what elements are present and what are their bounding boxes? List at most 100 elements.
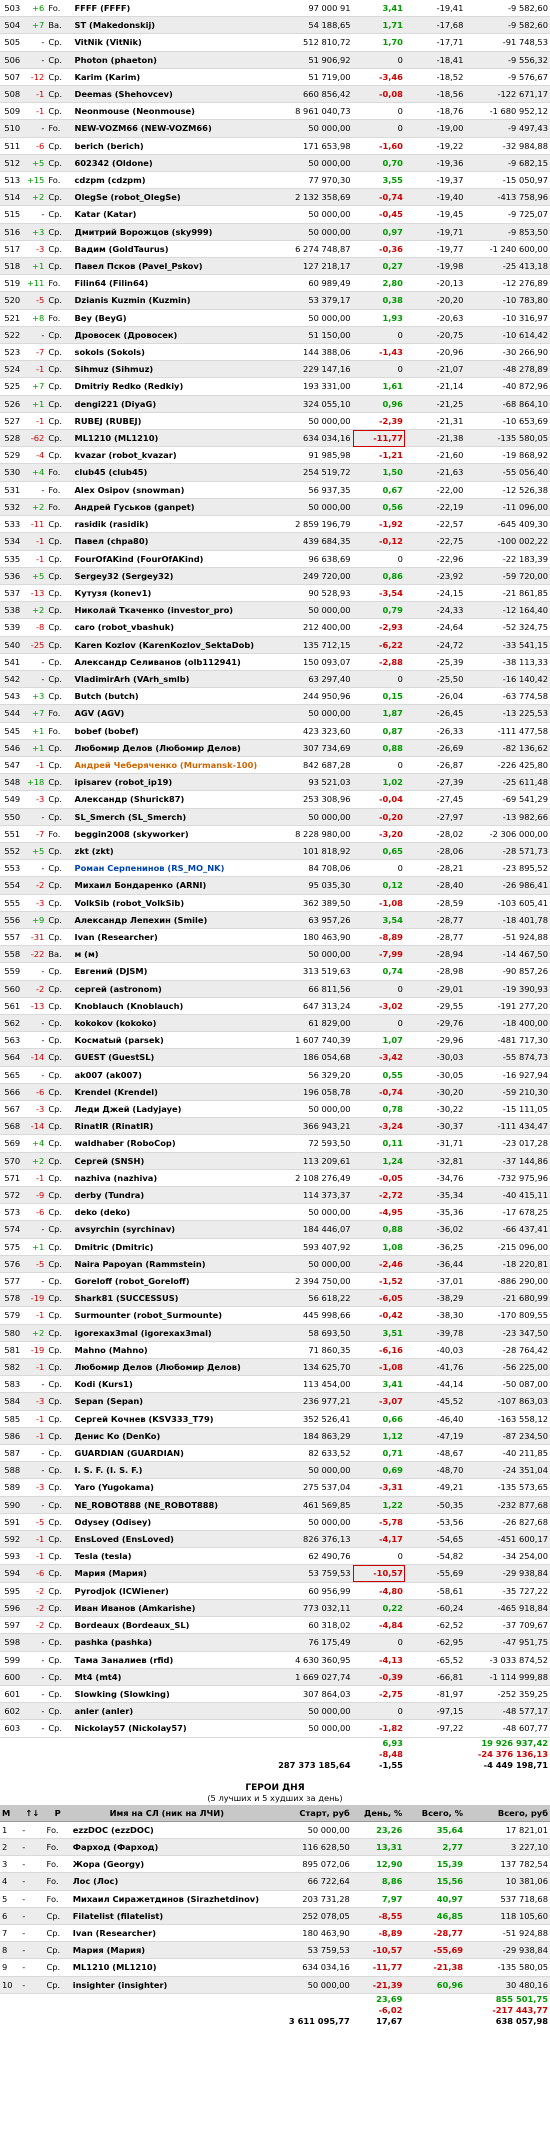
row-total-pct: -44,14 bbox=[404, 1375, 466, 1394]
row-total-pct: -18,52 bbox=[404, 68, 466, 87]
row-capital: 244 950,96 bbox=[263, 687, 353, 706]
row-place: 574 bbox=[0, 1220, 23, 1239]
row-change: - bbox=[22, 51, 47, 69]
row-name: rasidik (rasidik) bbox=[72, 515, 264, 534]
row-change: - bbox=[22, 808, 47, 826]
row-name: Николай Ткаченко (investor_pro) bbox=[72, 601, 264, 620]
row-name: kokokov (kokoko) bbox=[72, 1014, 264, 1033]
row-total-rub: -28 571,73 bbox=[465, 842, 550, 861]
row-day-pct: -4,80 bbox=[352, 1582, 405, 1600]
table-row: 567 -3 Cp. Леди Джей (Ladyjaye) 50 000,00 0,7… bbox=[0, 1100, 550, 1119]
row-change: - bbox=[22, 1444, 47, 1463]
row-place: 503 bbox=[0, 0, 23, 18]
hero-row: 5- Fo. Михаил Сиражетдинов (Sirazhetdinov)… bbox=[0, 1890, 550, 1908]
table-row: 572 -9 Cp. derby (Tundra) 114 373,37 -2,72 -35… bbox=[0, 1186, 550, 1205]
hero-change: - bbox=[20, 1855, 45, 1874]
row-name: FFFF (FFFF) bbox=[72, 0, 264, 18]
hero-category: Cp. bbox=[44, 1941, 71, 1960]
row-total-rub: -23 895,52 bbox=[465, 859, 550, 878]
row-total-rub: -40 872,96 bbox=[465, 377, 550, 396]
row-category: Cp. bbox=[46, 1066, 73, 1084]
row-total-rub: -10 316,97 bbox=[465, 309, 550, 327]
row-capital: 253 308,96 bbox=[263, 790, 353, 809]
row-place: 595 bbox=[0, 1582, 23, 1600]
row-change: -8 bbox=[22, 618, 47, 637]
table-row: 582 -1 Cp. Любомир Делов (Любомир Делов) 134… bbox=[0, 1358, 550, 1377]
row-name: Krendel (Krendel) bbox=[72, 1083, 264, 1102]
row-change: +3 bbox=[22, 223, 47, 241]
table-row: 589 -3 Cp. Yaro (Yugokama) 275 537,04 -3,31 -4… bbox=[0, 1478, 550, 1497]
row-total-pct: -29,01 bbox=[404, 980, 466, 998]
row-category: Cp. bbox=[46, 687, 73, 706]
row-category: Cp. bbox=[46, 584, 73, 603]
row-total-rub: -26 986,41 bbox=[465, 876, 550, 895]
row-category: Cp. bbox=[46, 1564, 73, 1583]
row-total-rub: -413 758,96 bbox=[465, 188, 550, 207]
row-category: Cp. bbox=[46, 1306, 73, 1325]
hero-day-pct: -8,55 bbox=[351, 1907, 405, 1925]
row-place: 535 bbox=[0, 550, 23, 568]
hero-total-rub: 118 105,60 bbox=[465, 1907, 550, 1925]
row-name: sokols (Sokols) bbox=[72, 343, 264, 362]
row-total-rub: -28 764,42 bbox=[465, 1341, 550, 1360]
table-row: 514 +2 Cp. OlegSe (robot_OlegSe) 2 132 358,6… bbox=[0, 188, 550, 207]
row-category: Cp. bbox=[46, 33, 73, 52]
row-total-rub: -481 717,30 bbox=[465, 1031, 550, 1050]
row-capital: 50 000,00 bbox=[263, 1461, 353, 1480]
row-day-pct: 1,08 bbox=[352, 1238, 405, 1256]
row-category: Cp. bbox=[46, 756, 73, 775]
row-total-rub: -10 614,42 bbox=[465, 326, 550, 345]
hero-day-pct: -10,57 bbox=[351, 1941, 405, 1960]
table-row: 535 -1 Cp. FourOfAKind (FourOfAKind) 96 638,… bbox=[0, 550, 550, 568]
row-place: 508 bbox=[0, 85, 23, 104]
row-change: +1 bbox=[22, 395, 47, 413]
row-total-pct: -22,19 bbox=[404, 498, 466, 517]
hero-start: 50 000,00 bbox=[262, 1976, 352, 1994]
row-capital: 186 054,68 bbox=[263, 1048, 353, 1067]
hero-category: Fo. bbox=[44, 1890, 71, 1908]
heroes-total-sum-negative: -217 443,77 bbox=[492, 2004, 548, 2015]
row-change: -2 bbox=[22, 1582, 47, 1600]
row-capital: 180 463,90 bbox=[263, 928, 353, 947]
row-name: Naira Papoyan (Rammstein) bbox=[72, 1255, 264, 1274]
row-place: 551 bbox=[0, 825, 23, 843]
row-category: Cp. bbox=[46, 137, 73, 155]
row-total-rub: -15 111,05 bbox=[465, 1100, 550, 1119]
row-change: - bbox=[22, 653, 47, 671]
row-place: 544 bbox=[0, 704, 23, 723]
table-row: 528 -62 Cp. ML1210 (ML1210) 634 034,16 -11,77… bbox=[0, 429, 550, 448]
row-category: Fo. bbox=[46, 0, 73, 18]
row-capital: 352 526,41 bbox=[263, 1410, 353, 1428]
row-total-pct: -21,25 bbox=[404, 395, 466, 413]
row-day-pct: 0,15 bbox=[352, 687, 405, 706]
row-place: 561 bbox=[0, 997, 23, 1015]
hero-name: Мария (Мария) bbox=[70, 1941, 263, 1960]
row-category: Cp. bbox=[46, 515, 73, 534]
row-capital: 8 228 980,00 bbox=[263, 825, 353, 843]
row-name: anler (anler) bbox=[72, 1702, 264, 1721]
row-place: 581 bbox=[0, 1341, 23, 1360]
row-total-pct: -45,52 bbox=[404, 1392, 466, 1411]
row-day-pct: -1,92 bbox=[352, 515, 405, 534]
row-total-rub: -32 984,88 bbox=[465, 137, 550, 155]
row-total-pct: -21,14 bbox=[404, 377, 466, 396]
row-day-pct: 0,11 bbox=[352, 1134, 405, 1153]
hero-start: 116 628,50 bbox=[262, 1838, 352, 1857]
row-name: Sergey32 (Sergey32) bbox=[72, 567, 264, 585]
row-day-pct: 0,78 bbox=[352, 1100, 405, 1119]
table-row: 569 +4 Cp. waldhaber (RoboCop) 72 593,50 0,11… bbox=[0, 1134, 550, 1153]
row-total-rub: -63 774,58 bbox=[465, 687, 550, 706]
row-capital: 71 860,35 bbox=[263, 1341, 353, 1360]
row-place: 519 bbox=[0, 274, 23, 293]
row-name: Sihmuz (Sihmuz) bbox=[72, 360, 264, 379]
row-place: 578 bbox=[0, 1289, 23, 1308]
row-capital: 647 313,24 bbox=[263, 997, 353, 1015]
row-day-pct: -6,22 bbox=[352, 636, 405, 654]
row-capital: 660 856,42 bbox=[263, 85, 353, 104]
row-total-rub: -16 140,42 bbox=[465, 670, 550, 689]
row-total-rub: -9 576,67 bbox=[465, 68, 550, 87]
row-name: Dmitric (Dmitric) bbox=[72, 1238, 264, 1256]
row-place: 541 bbox=[0, 653, 23, 671]
row-name: EnsLoved (EnsLoved) bbox=[72, 1530, 264, 1549]
row-capital: 61 829,00 bbox=[263, 1014, 353, 1033]
